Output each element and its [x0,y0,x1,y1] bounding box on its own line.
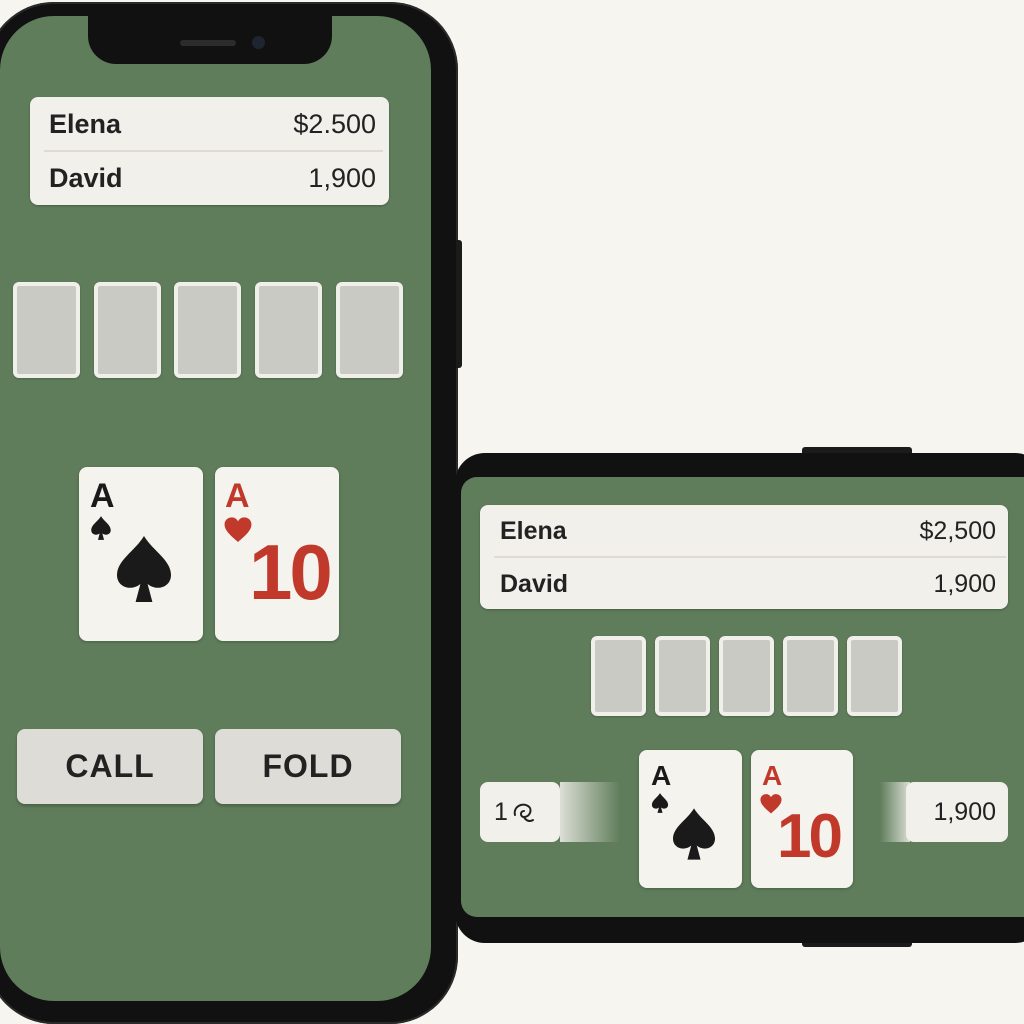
community-card-3 [174,282,241,378]
hand-card-ace-spades[interactable]: A [639,750,742,888]
card-rank: A [651,760,672,791]
spade-icon [673,808,715,860]
card-rank: A [90,477,115,515]
player-row-elena: Elena $2,500 [500,513,996,549]
hand-card-ace-spades[interactable]: A [79,467,203,641]
scoreboard-divider [494,556,1006,558]
left-chip-display: 1 [480,782,560,842]
spade-icon [91,516,111,540]
card-rank: A [762,760,783,791]
community-card-3 [719,636,774,716]
card-center-value: 10 [777,802,843,871]
spade-icon [651,793,669,813]
community-card-5 [336,282,403,378]
card-rank: A [225,477,250,515]
right-chip-display: 1,900 [906,782,1008,842]
hand-card-ace-hearts[interactable]: A 10 [215,467,339,641]
fold-button[interactable]: FOLD [215,729,401,804]
community-card-1 [591,636,646,716]
community-card-4 [255,282,322,378]
chip-icon [513,803,534,822]
community-card-5 [847,636,902,716]
side-button [456,240,462,368]
heart-icon [224,517,252,543]
community-card-1 [13,282,80,378]
speaker-grille [180,40,236,46]
call-button[interactable]: CALL [17,729,203,804]
player-name: Elena [49,108,122,139]
hand-card-ace-hearts[interactable]: A 10 [751,750,853,888]
spade-icon [117,536,171,602]
player-chips: 1,900 [308,162,376,193]
player-row-david: David 1,900 [49,158,376,198]
notch [88,16,332,64]
player-name: David [49,162,123,193]
right-chip-value: 1,900 [933,797,996,826]
community-card-2 [655,636,710,716]
front-camera [252,36,265,49]
player-name: David [500,569,569,598]
player-chips: $2.500 [293,108,376,139]
player-name: Elena [500,516,567,545]
card-center-value: 10 [249,528,333,616]
community-card-2 [94,282,161,378]
player-chips: $2,500 [919,516,996,545]
community-card-4 [783,636,838,716]
player-chips: 1,900 [933,569,996,598]
chip-fade [560,782,620,842]
player-row-elena: Elena $2.500 [49,104,376,144]
left-chip-value: 1 [494,797,508,826]
scoreboard-divider [44,150,383,152]
player-row-david: David 1,900 [500,566,996,602]
